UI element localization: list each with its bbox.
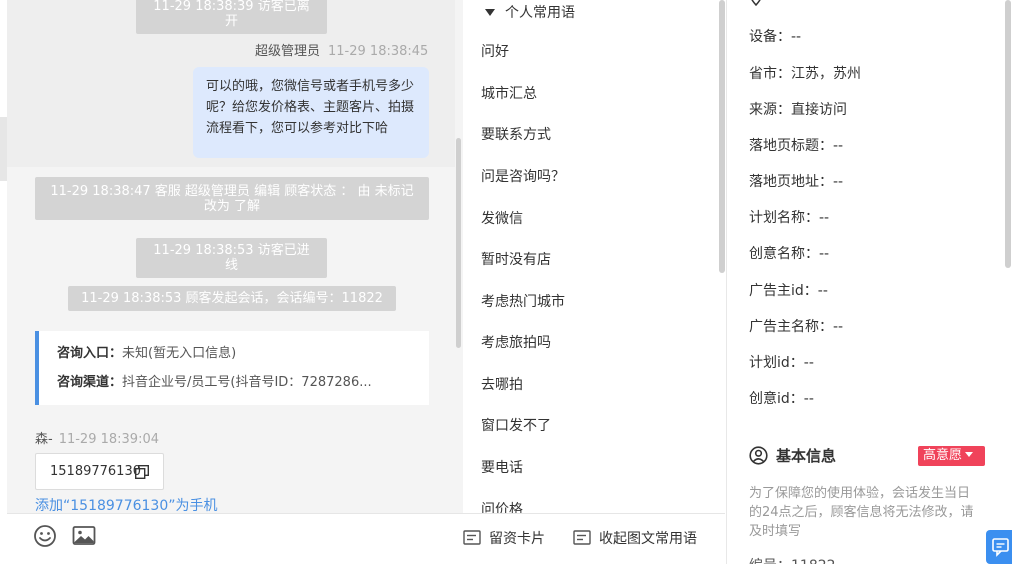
chat-message-list[interactable]: 11-29 18:38:39 访客已离开 超级管理员 11-29 18:38:45… — [0, 0, 463, 513]
agent-message-bubble: 可以的哦，您微信号或者手机号多少呢？给您发价格表、主题客片、拍摄流程看下，您可以… — [193, 67, 429, 158]
field-value: 江苏，苏州 — [791, 66, 861, 82]
field-device: 设备：-- — [749, 27, 801, 47]
system-message-session: 11-29 18:38:53 顾客发起会话，会话编号：11822 — [68, 286, 396, 311]
agent-sender: 超级管理员 11-29 18:38:45 — [255, 40, 428, 59]
left-edge-strip — [0, 0, 7, 564]
agent-message-time: 11-29 18:38:45 — [328, 44, 429, 59]
field-serial-partial: 编号：11822 — [749, 556, 836, 564]
card-icon — [463, 530, 481, 545]
consult-channel-row: 咨询渠道：抖音企业号/员工号(抖音号ID：7287286... — [57, 370, 411, 399]
phrases-group-title: 个人常用语 — [505, 5, 575, 21]
field-advertiser-id: 广告主id：-- — [749, 281, 828, 301]
field-landing-title: 落地页标题：-- — [749, 136, 843, 156]
edit-notice: 为了保障您的使用体验，会话发生当日的24点之后，顾客信息将无法修改，请及时填写 — [749, 486, 974, 539]
collapse-icon — [573, 530, 591, 545]
emoji-icon[interactable] — [33, 524, 57, 548]
chat-scrollbar[interactable] — [456, 138, 461, 348]
info-scrollbar[interactable] — [1005, 0, 1011, 268]
field-label: 来源： — [749, 102, 791, 118]
floating-chat-button[interactable] — [986, 530, 1012, 564]
basic-info-title: 基本信息 — [749, 445, 836, 467]
visitor-name: 森- — [35, 432, 53, 447]
phrase-item[interactable]: 发微信 — [481, 209, 523, 229]
phrase-item[interactable]: 考虑旅拍吗 — [481, 333, 551, 353]
field-landing-url: 落地页地址：-- — [749, 172, 843, 192]
phrase-item[interactable]: 要联系方式 — [481, 125, 551, 145]
field-label: 落地页标题： — [749, 138, 833, 154]
visitor-message-phone: 15189776130 — [35, 453, 164, 490]
field-value: -- — [819, 210, 830, 226]
customer-info-panel: 设备：-- 省市：江苏，苏州 来源：直接访问 落地页标题：-- 落地页地址：--… — [727, 0, 1012, 564]
phrases-group-header[interactable]: 个人常用语 — [483, 3, 575, 23]
field-label: 省市： — [749, 66, 791, 82]
visitor-sender: 森- 11-29 18:39:04 — [35, 428, 159, 447]
field-value: 直接访问 — [791, 102, 847, 118]
consult-channel-value: 抖音企业号/员工号(抖音号ID：7287286... — [122, 375, 372, 390]
system-message-left: 11-29 18:38:39 访客已离开 — [136, 0, 327, 34]
field-label: 落地页地址： — [749, 174, 833, 190]
field-value: -- — [817, 283, 828, 299]
phrase-item[interactable]: 城市汇总 — [481, 84, 537, 104]
agent-name: 超级管理员 — [255, 44, 321, 59]
field-value: -- — [833, 319, 844, 335]
field-label: 广告主id： — [749, 283, 818, 299]
field-label: 计划名称： — [749, 210, 819, 226]
location-icon — [751, 0, 761, 6]
field-value: -- — [833, 174, 844, 190]
consult-channel-label: 咨询渠道： — [57, 375, 123, 390]
field-value: -- — [833, 138, 844, 154]
message-icon — [992, 538, 1009, 557]
field-label: 计划id： — [749, 355, 804, 371]
phrase-item[interactable]: 窗口发不了 — [481, 416, 551, 436]
system-message-online: 11-29 18:38:53 访客已进线 — [136, 238, 327, 278]
consult-info-card: 咨询入口：未知(暂无入口信息) 咨询渠道：抖音企业号/员工号(抖音号ID：728… — [35, 331, 429, 405]
field-value: -- — [803, 391, 814, 407]
image-icon[interactable] — [72, 524, 96, 548]
left-edge-tab — [0, 117, 7, 181]
common-phrases-panel: 个人常用语 问好 城市汇总 要联系方式 问是咨询吗？ 发微信 暂时没有店 考虑热… — [463, 0, 727, 564]
phrase-item[interactable]: 去哪拍 — [481, 375, 523, 395]
field-label: 创意名称： — [749, 246, 819, 262]
field-label: 创意id： — [749, 391, 804, 407]
phrase-item[interactable]: 问好 — [481, 42, 509, 62]
phrase-item[interactable]: 考虑热门城市 — [481, 292, 565, 312]
chat-toolbar — [7, 513, 463, 564]
phrase-item[interactable]: 要电话 — [481, 458, 523, 478]
caret-down-icon — [965, 452, 974, 457]
field-advertiser-name: 广告主名称：-- — [749, 317, 843, 337]
field-plan-name: 计划名称：-- — [749, 208, 829, 228]
field-source: 来源：直接访问 — [749, 100, 847, 120]
visitor-phone-text: 15189776130 — [50, 464, 141, 479]
consult-entry-label: 咨询入口： — [57, 346, 123, 361]
field-province-city: 省市：江苏，苏州 — [749, 64, 861, 84]
phrases-scrollbar[interactable] — [719, 0, 725, 273]
field-creative-name: 创意名称：-- — [749, 244, 829, 264]
basic-info-label: 基本信息 — [776, 447, 837, 465]
consult-entry-value: 未知(暂无入口信息) — [122, 346, 237, 361]
field-label: 设备： — [749, 29, 791, 45]
copy-icon[interactable] — [135, 465, 149, 479]
lead-card-label: 留资卡片 — [489, 531, 545, 547]
field-value: -- — [803, 355, 814, 371]
field-plan-id: 计划id：-- — [749, 353, 814, 373]
field-label: 广告主名称： — [749, 319, 833, 335]
collapse-phrases-label: 收起图文常用语 — [599, 531, 697, 547]
chat-panel: 11-29 18:38:39 访客已离开 超级管理员 11-29 18:38:45… — [0, 0, 463, 564]
field-creative-id: 创意id：-- — [749, 389, 814, 409]
collapse-phrases-button[interactable]: 收起图文常用语 — [573, 530, 697, 548]
consult-entry-row: 咨询入口：未知(暂无入口信息) — [57, 341, 411, 370]
field-value: -- — [791, 29, 802, 45]
caret-down-icon — [485, 8, 495, 16]
user-icon — [749, 446, 768, 465]
lead-card-button[interactable]: 留资卡片 — [463, 530, 545, 548]
system-message-status-change: 11-29 18:38:47 客服 超级管理员 编辑 顾客状态 ： 由 未标记 … — [35, 177, 429, 220]
intent-level-label: 高意愿 — [923, 448, 963, 463]
phrase-item[interactable]: 暂时没有店 — [481, 250, 551, 270]
add-phone-link[interactable]: 添加“15189776130”为手机 — [35, 495, 218, 513]
visitor-message-time: 11-29 18:39:04 — [58, 432, 159, 447]
phrases-footer: 留资卡片 收起图文常用语 — [463, 513, 725, 564]
intent-level-dropdown[interactable]: 高意愿 — [918, 446, 985, 466]
field-value: -- — [819, 246, 830, 262]
phrase-item[interactable]: 问是咨询吗？ — [481, 167, 565, 187]
